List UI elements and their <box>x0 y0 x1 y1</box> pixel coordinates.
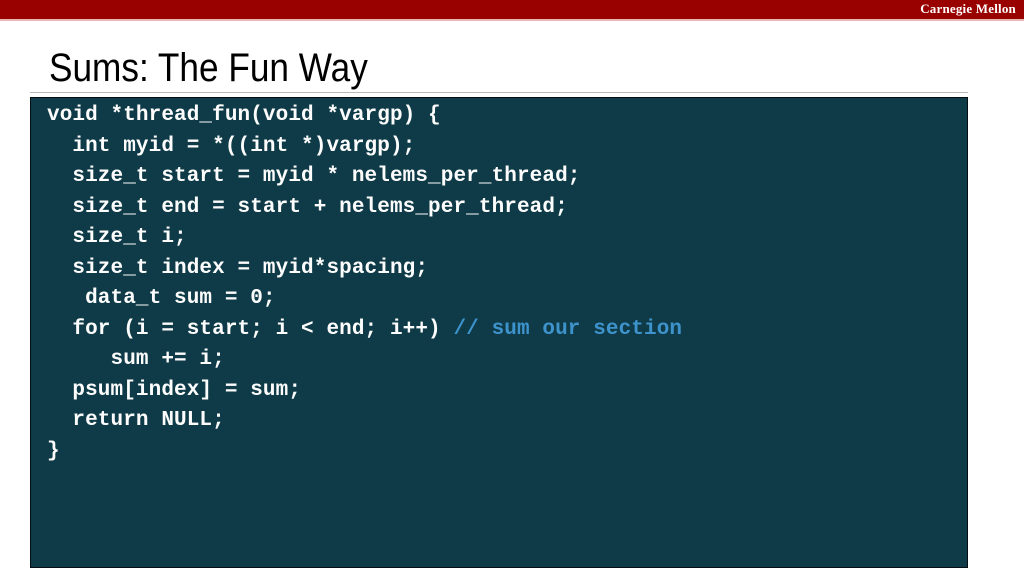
code-line: size_t start = myid * nelems_per_thread; <box>47 162 967 193</box>
code-line-text: size_t end = start + nelems_per_thread; <box>47 195 568 219</box>
brand-banner-underline <box>0 19 1024 21</box>
brand-banner <box>0 0 1024 19</box>
code-line: size_t index = myid*spacing; <box>47 254 967 285</box>
code-line: size_t i; <box>47 223 967 254</box>
code-line: psum[index] = sum; <box>47 376 967 407</box>
code-line: void *thread_fun(void *vargp) { <box>47 101 967 132</box>
code-line-text: data_t sum = 0; <box>47 287 276 310</box>
code-line-text: } <box>47 439 60 463</box>
code-line: sum += i; <box>47 345 967 376</box>
code-line-text: size_t i; <box>47 226 187 249</box>
code-line-text: psum[index] = sum; <box>47 378 302 402</box>
code-line: return NULL; <box>47 406 967 437</box>
code-line: for (i = start; i < end; i++) // sum our… <box>47 315 967 346</box>
code-line-text: int myid = *((int *)vargp); <box>47 134 416 158</box>
code-line: data_t sum = 0; <box>47 284 967 315</box>
page-title: Sums: The Fun Way <box>49 46 368 90</box>
code-line: int myid = *((int *)vargp); <box>47 132 967 163</box>
code-line: size_t end = start + nelems_per_thread; <box>47 193 967 224</box>
code-line-text: void *thread_fun(void *vargp) { <box>47 104 441 127</box>
code-comment: // sum our section <box>453 317 683 341</box>
code-line-text: size_t index = myid*spacing; <box>47 256 429 280</box>
code-line-text: size_t start = myid * nelems_per_thread; <box>47 165 581 188</box>
code-line-text: sum += i; <box>47 348 225 371</box>
code-line-text: for (i = start; i < end; i++) <box>47 317 454 341</box>
code-line-text: return NULL; <box>47 409 225 432</box>
code-line: } <box>47 437 967 468</box>
title-divider <box>30 92 968 93</box>
code-line-list: void *thread_fun(void *vargp) { int myid… <box>47 101 967 467</box>
brand-label: Carnegie Mellon <box>920 1 1016 16</box>
code-block: void *thread_fun(void *vargp) { int myid… <box>30 97 968 568</box>
